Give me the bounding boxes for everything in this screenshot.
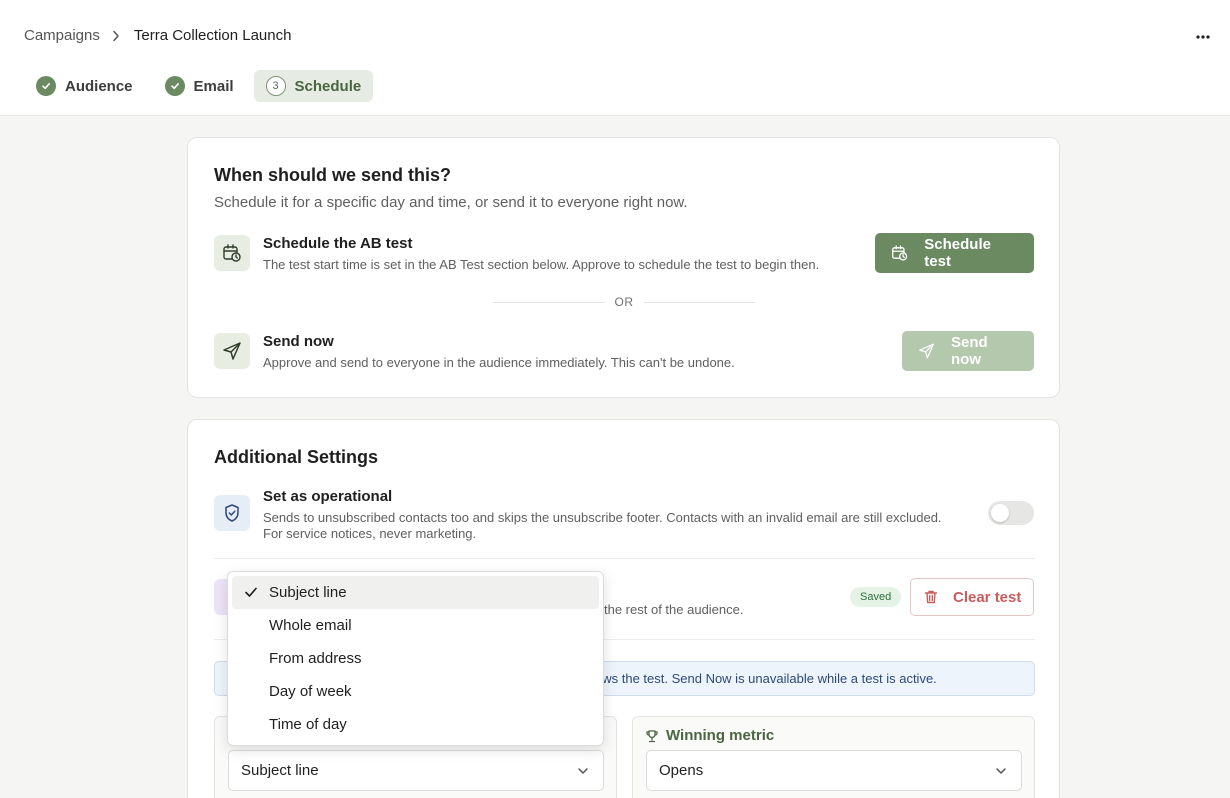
info-banner-text: ows the test. Send Now is unavailable wh… — [595, 671, 937, 686]
clear-test-label: Clear test — [953, 588, 1022, 606]
test-variable-dropdown: Subject line Whole email From address Da… — [227, 571, 604, 746]
operational-toggle[interactable] — [988, 501, 1034, 525]
winning-metric-panel: Winning metric Opens — [632, 716, 1035, 798]
paper-plane-icon — [919, 343, 934, 359]
trash-icon — [924, 590, 938, 604]
ab-test-description: the rest of the audience. — [604, 602, 744, 617]
dropdown-option-time-of-day[interactable]: Time of day — [232, 708, 599, 741]
card-title: Additional Settings — [214, 447, 378, 467]
winning-metric-label: Winning metric — [645, 727, 774, 744]
divider — [214, 558, 1035, 559]
schedule-option-title: Schedule the AB test — [263, 235, 413, 252]
dropdown-option-label: From address — [269, 650, 362, 667]
schedule-option-description: The test start time is set in the AB Tes… — [263, 257, 820, 272]
step-audience[interactable]: Audience — [24, 70, 145, 102]
toggle-knob — [991, 504, 1009, 522]
top-bar: Campaigns Terra Collection Launch Audien… — [0, 0, 1230, 116]
winning-metric-select[interactable]: Opens — [646, 750, 1022, 791]
dropdown-option-day-of-week[interactable]: Day of week — [232, 675, 599, 708]
step-email[interactable]: Email — [153, 70, 246, 102]
dropdown-option-label: Whole email — [269, 617, 352, 634]
operational-description-line2: For service notices, never marketing. — [263, 526, 477, 541]
operational-description: Sends to unsubscribed contacts too and s… — [263, 510, 993, 542]
chevron-right-icon — [112, 30, 120, 42]
calendar-clock-icon — [214, 235, 250, 271]
card-subtitle: Schedule it for a specific day and time,… — [214, 194, 688, 211]
breadcrumb: Campaigns Terra Collection Launch — [24, 27, 291, 44]
step-number: 3 — [265, 76, 286, 96]
or-label: OR — [614, 295, 634, 309]
stepper: Audience Email 3 Schedule — [24, 70, 381, 102]
check-icon — [245, 587, 257, 597]
saved-badge: Saved — [850, 587, 902, 607]
schedule-test-button[interactable]: Schedule test — [875, 233, 1034, 273]
winning-metric-label-text: Winning metric — [666, 727, 775, 744]
send-now-option-description: Approve and send to everyone in the audi… — [263, 355, 735, 370]
dropdown-option-label: Subject line — [269, 584, 347, 601]
chevron-down-icon — [996, 767, 1006, 774]
shield-check-icon — [214, 495, 250, 531]
operational-description-line1: Sends to unsubscribed contacts too and s… — [263, 510, 942, 525]
send-options-card: When should we send this? Schedule it fo… — [187, 137, 1060, 398]
send-now-option-title: Send now — [263, 333, 334, 350]
chevron-down-icon — [578, 767, 588, 774]
dropdown-option-label: Day of week — [269, 683, 352, 700]
step-label: Email — [193, 77, 234, 95]
send-now-button[interactable]: Send now — [902, 331, 1034, 371]
dropdown-option-subject-line[interactable]: Subject line — [232, 576, 599, 609]
operational-title: Set as operational — [263, 488, 393, 505]
test-variable-value: Subject line — [241, 762, 319, 779]
test-variable-select[interactable]: Subject line — [228, 750, 604, 791]
paper-plane-icon — [214, 333, 250, 369]
send-now-label: Send now — [951, 334, 988, 368]
step-label: Audience — [65, 77, 133, 95]
calendar-clock-icon — [892, 245, 908, 261]
winning-metric-value: Opens — [659, 762, 704, 779]
check-circle-icon — [164, 76, 185, 96]
clear-test-button[interactable]: Clear test — [910, 578, 1034, 616]
card-title: When should we send this? — [214, 165, 452, 185]
trophy-icon — [646, 729, 658, 742]
step-label: Schedule — [294, 77, 362, 95]
check-circle-icon — [36, 76, 56, 96]
step-schedule[interactable]: 3 Schedule — [253, 70, 374, 102]
breadcrumb-current: Terra Collection Launch — [133, 27, 292, 44]
dropdown-option-label: Time of day — [269, 716, 347, 733]
dropdown-option-from-address[interactable]: From address — [232, 642, 599, 675]
dropdown-option-whole-email[interactable]: Whole email — [232, 609, 599, 642]
or-divider: OR — [493, 295, 755, 309]
schedule-test-label: Schedule test — [924, 236, 991, 270]
breadcrumb-campaigns-link[interactable]: Campaigns — [24, 27, 100, 44]
more-options-icon[interactable] — [1192, 26, 1214, 48]
